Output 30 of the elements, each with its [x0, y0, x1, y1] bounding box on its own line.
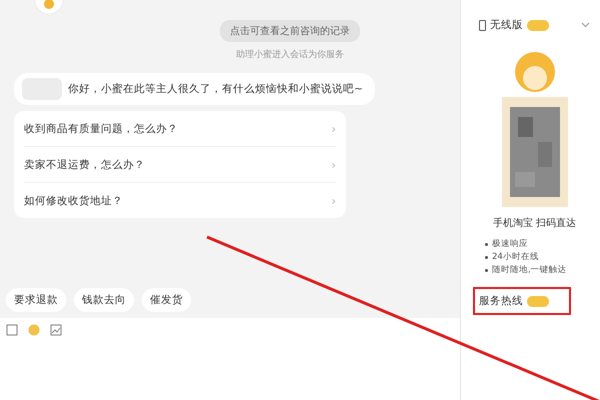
image-icon[interactable]	[50, 324, 62, 336]
arrow-icon: ›	[331, 158, 336, 172]
bullet-icon	[485, 256, 488, 259]
message-text: 你好，小蜜在此等主人很久了，有什么烦恼快和小蜜说说吧~	[68, 82, 363, 96]
section-title: 无线版	[490, 18, 523, 32]
feature-item: 24小时在线	[479, 251, 590, 264]
bullet-icon	[485, 269, 488, 272]
quick-reply-button[interactable]: 要求退款	[6, 288, 66, 312]
badge	[527, 296, 549, 306]
phone-icon	[479, 20, 486, 30]
hotline-title: 服务热线	[479, 294, 523, 308]
hotline-header[interactable]: 服务热线	[473, 287, 571, 315]
arrow-icon: ›	[331, 194, 336, 208]
question-item[interactable]: 如何修改收货地址？ ›	[24, 183, 336, 218]
bullet-icon	[485, 243, 488, 246]
chevron-icon[interactable]	[581, 22, 590, 28]
quick-reply-button[interactable]: 催发货	[142, 288, 191, 312]
question-item[interactable]: 卖家不退运费，怎么办？ ›	[24, 147, 336, 183]
badge	[527, 20, 549, 30]
quick-reply-button[interactable]: 钱款去向	[74, 288, 134, 312]
caption: 手机淘宝 扫码直达	[492, 216, 578, 230]
question-item[interactable]: 收到商品有质量问题，怎么办？ ›	[24, 111, 336, 147]
system-note: 助理小蜜进入会话为你服务	[236, 48, 344, 61]
feature-item: 随时随地,一键触达	[479, 264, 590, 277]
feature-item: 极速响应	[479, 238, 590, 251]
message-input[interactable]	[0, 318, 460, 400]
arrow-icon: ›	[331, 122, 336, 136]
history-link[interactable]: 点击可查看之前咨询的记录	[220, 20, 360, 42]
calendar-icon[interactable]	[6, 324, 18, 336]
emoji-icon[interactable]	[28, 324, 40, 336]
